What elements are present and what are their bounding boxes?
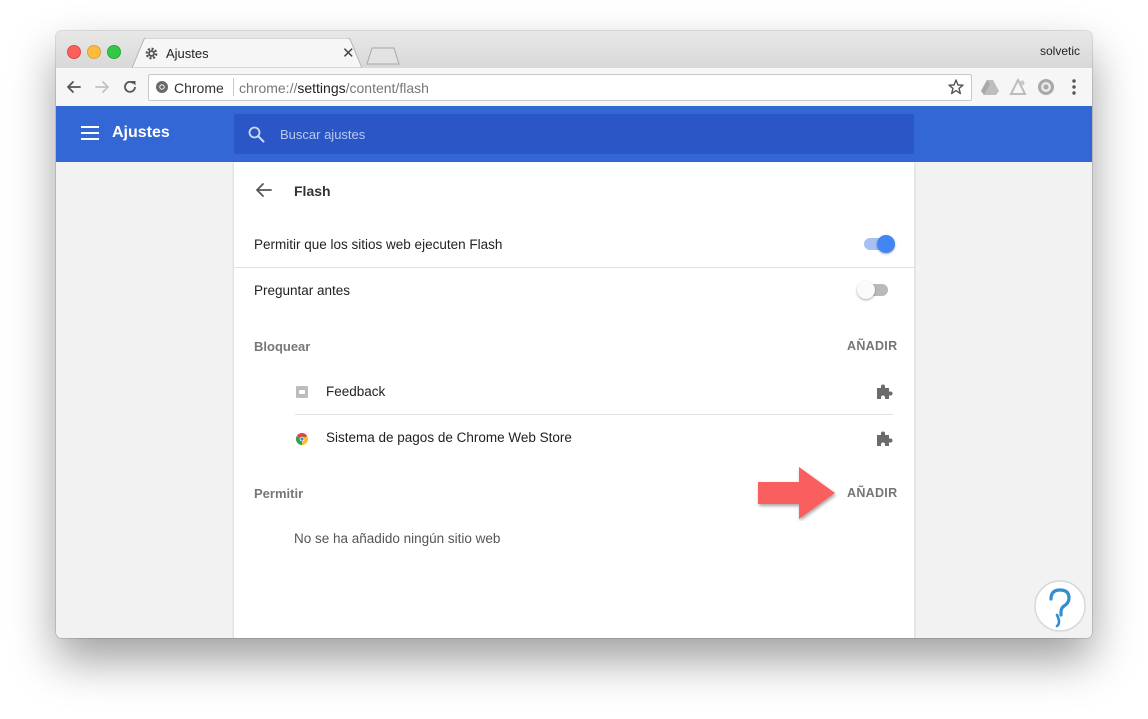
puzzle-icon[interactable] [875, 429, 893, 447]
settings-header: Ajustes Buscar ajustes [56, 106, 1092, 162]
ask-first-label: Preguntar antes [254, 283, 351, 298]
url-scheme: chrome:// [239, 80, 298, 96]
omnibox-url[interactable]: chrome://settings/content/flash [239, 80, 429, 96]
menu-icon[interactable] [81, 126, 99, 140]
tab-close-icon[interactable]: ✕ [342, 44, 355, 62]
tab-ajustes[interactable]: Ajustes ✕ [132, 38, 362, 68]
tab-strip: Ajustes ✕ solvetic [56, 31, 1092, 68]
allow-section-title: Permitir [254, 486, 304, 501]
settings-title: Ajustes [112, 124, 170, 141]
new-tab-button[interactable] [366, 47, 400, 65]
tab-title: Ajustes [166, 46, 209, 61]
toolbar: Chrome chrome://settings/content/flash [56, 68, 1092, 107]
drive-extension-icon[interactable] [980, 77, 1000, 97]
feedback-icon [296, 386, 308, 398]
reload-icon[interactable] [120, 77, 140, 97]
window-close-button[interactable] [67, 45, 81, 59]
window-maximize-button[interactable] [107, 45, 121, 59]
back-arrow-icon[interactable] [254, 180, 274, 200]
blocked-site-label[interactable]: Feedback [326, 384, 385, 399]
toggle-knob [857, 281, 875, 299]
search-icon [248, 126, 265, 143]
allow-flash-label: Permitir que los sitios web ejecuten Fla… [254, 237, 503, 252]
block-section-title: Bloquear [254, 339, 311, 354]
gear-icon [145, 47, 158, 60]
chrome-webstore-icon [296, 433, 308, 445]
page-title: Flash [294, 183, 331, 199]
blocked-site-label[interactable]: Sistema de pagos de Chrome Web Store [326, 430, 572, 445]
flash-settings-card: Flash Permitir que los sitios web ejecut… [234, 162, 914, 638]
chrome-logo-icon [156, 81, 168, 93]
url-path: /content/flash [345, 80, 429, 96]
omnibox-origin-label: Chrome [174, 80, 224, 96]
annotation-arrow [758, 467, 835, 519]
puzzle-icon[interactable] [875, 382, 893, 400]
search-placeholder: Buscar ajustes [280, 127, 366, 142]
divider [295, 414, 893, 415]
toggle-knob [877, 235, 895, 253]
back-icon[interactable] [64, 77, 84, 97]
block-add-button[interactable]: AÑADIR [847, 339, 897, 353]
profile-name[interactable]: solvetic [1040, 44, 1080, 58]
extension-icon[interactable] [1008, 77, 1028, 97]
divider [234, 267, 914, 268]
bookmark-star-icon[interactable] [947, 78, 965, 96]
allow-empty-message: No se ha añadido ningún sitio web [294, 531, 501, 546]
search-input[interactable]: Buscar ajustes [234, 114, 914, 154]
ask-first-toggle[interactable] [857, 281, 891, 299]
settings-content: Flash Permitir que los sitios web ejecut… [56, 162, 1092, 638]
url-host: settings [297, 80, 346, 96]
more-menu-icon[interactable] [1064, 77, 1084, 97]
shield-extension-icon[interactable] [1036, 77, 1056, 97]
window-minimize-button[interactable] [87, 45, 101, 59]
allow-flash-toggle[interactable] [861, 235, 895, 253]
address-bar[interactable]: Chrome chrome://settings/content/flash [148, 74, 972, 101]
browser-window: Ajustes ✕ solvetic Chrome chrome://setti… [56, 31, 1092, 638]
forward-icon[interactable] [92, 77, 112, 97]
omnibox-separator [233, 78, 234, 96]
help-logo [1034, 580, 1086, 632]
